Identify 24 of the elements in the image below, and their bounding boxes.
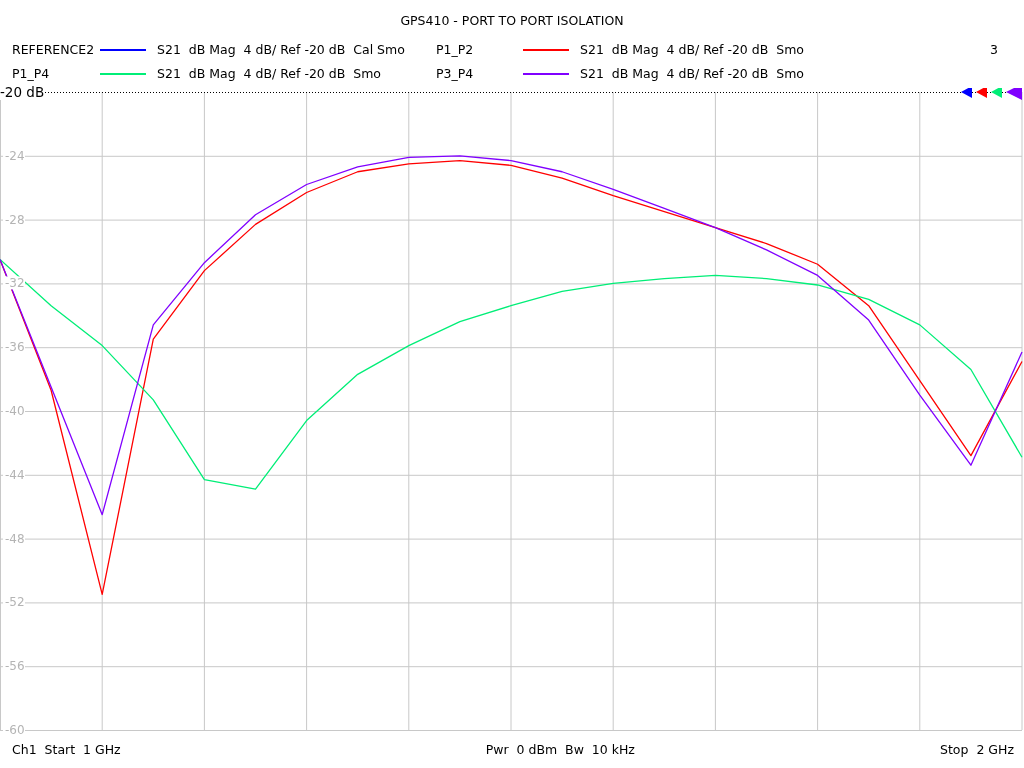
chart-title: GPS410 - PORT TO PORT ISOLATION	[400, 13, 624, 30]
power-bandwidth: Pwr 0 dBm Bw 10 kHz	[485, 742, 635, 759]
y-axis-label: -44	[5, 467, 25, 482]
y-axis-label: -24	[5, 148, 25, 163]
y-axis-label: -52	[5, 595, 25, 610]
stop-frequency: Stop 2 GHz	[940, 742, 1014, 759]
trace-settings: S21 dB Mag 4 dB/ Ref -20 dB Smo	[580, 66, 804, 82]
trace-settings: S21 dB Mag 4 dB/ Ref -20 dB Smo	[580, 42, 804, 58]
trace-settings: S21 dB Mag 4 dB/ Ref -20 dB Smo	[157, 66, 381, 82]
trace-count: 3	[990, 42, 998, 58]
y-axis-label: -32	[5, 276, 25, 291]
trace-name: P1_P2	[436, 42, 474, 58]
y-axis-label: -56	[5, 659, 25, 674]
reference-level-label: -20 dB	[0, 84, 45, 100]
y-axis-label: -48	[5, 531, 25, 546]
y-axis-label: -40	[5, 404, 25, 418]
start-frequency: Ch1 Start 1 GHz	[12, 742, 121, 759]
trace-name: P1_P4	[12, 66, 50, 82]
y-axis-label: -36	[5, 340, 25, 355]
trace-settings: S21 dB Mag 4 dB/ Ref -20 dB Cal Smo	[157, 42, 405, 58]
trace-name: P3_P4	[436, 66, 474, 82]
y-axis-label: -60	[5, 723, 25, 734]
y-axis-label: -28	[5, 212, 25, 227]
trace-name: REFERENCE2	[12, 42, 95, 58]
